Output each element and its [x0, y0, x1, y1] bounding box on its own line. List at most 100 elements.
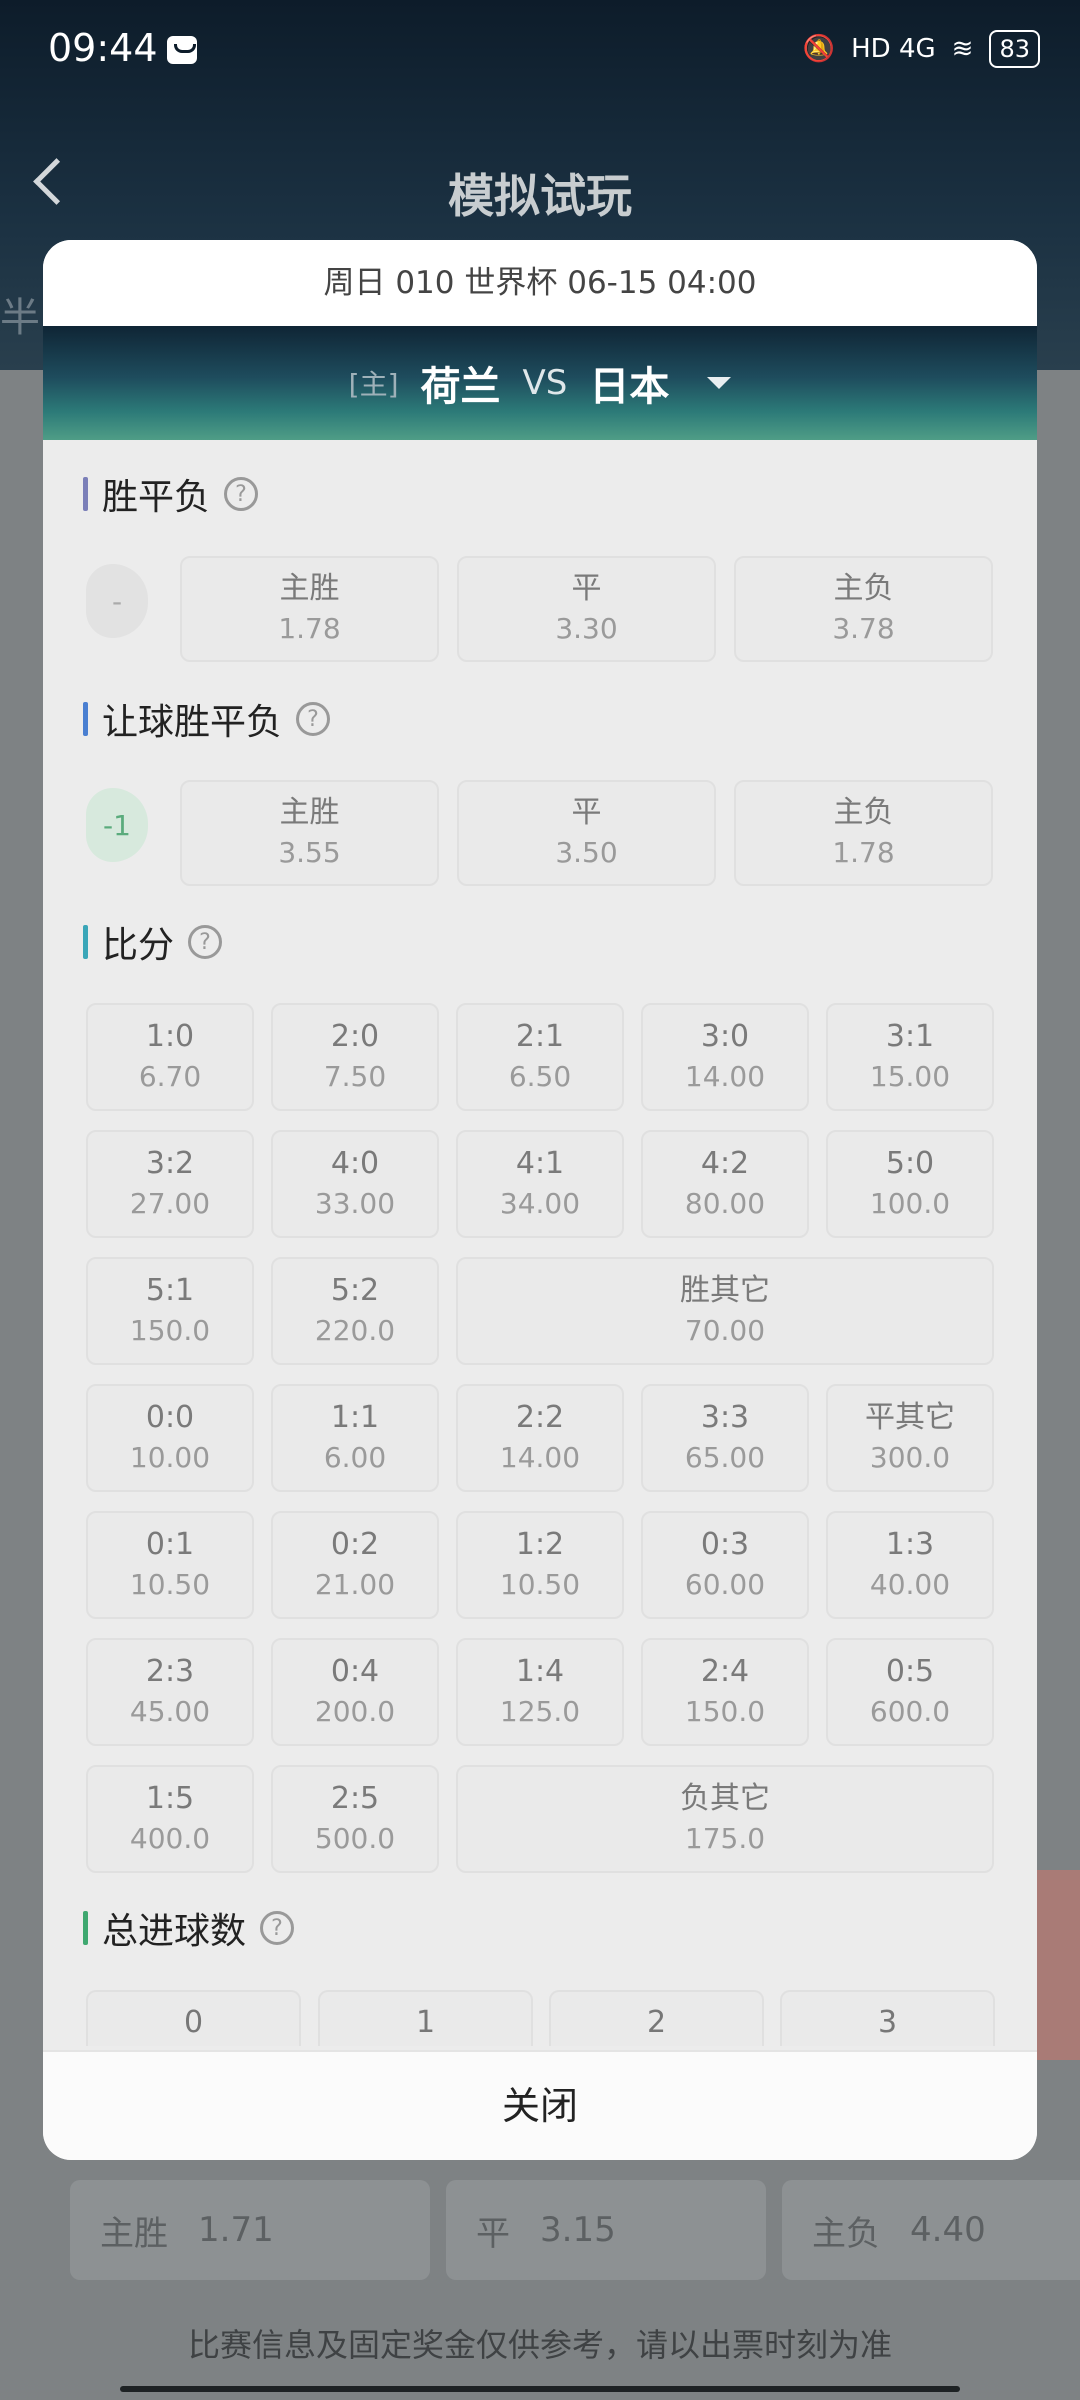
score-odd: 27.00 [129, 1187, 211, 1220]
wdl-draw[interactable]: 平 3.30 [457, 556, 716, 662]
score-section-title: 比分 ? [83, 916, 223, 968]
score-odd: 14.00 [499, 1441, 581, 1474]
score-cell[interactable]: 3:2 27.00 [86, 1130, 254, 1238]
score-section-bar [83, 925, 88, 959]
network-label: HD 4G [851, 34, 936, 64]
hwdl-home-loss[interactable]: 主负 1.78 [734, 780, 993, 886]
background-away-cell[interactable]: 主负 4.40 [782, 2180, 1080, 2280]
score-label: 3:1 [885, 1019, 935, 1054]
score-cell[interactable]: 1:4 125.0 [456, 1638, 624, 1746]
score-cell[interactable]: 5:2 220.0 [271, 1257, 439, 1365]
goals-option[interactable]: 1 [318, 1990, 533, 2046]
score-label: 3:2 [145, 1146, 195, 1181]
score-label: 4:0 [330, 1146, 380, 1181]
status-icons: 🔕 HD 4G ≋ 83 [803, 30, 1040, 68]
background-away-label: 主负 [812, 2213, 880, 2254]
help-icon[interactable]: ? [224, 477, 259, 511]
goals-row: 0 1 2 3 [43, 1990, 1037, 2046]
score-odd: 6.50 [508, 1060, 572, 1093]
close-button[interactable]: 关闭 [43, 2050, 1037, 2160]
goals-option[interactable]: 3 [780, 1990, 995, 2046]
score-cell[interactable]: 3:3 65.00 [641, 1384, 809, 1492]
score-cell[interactable]: 1:3 40.00 [826, 1511, 994, 1619]
score-odd: 33.00 [314, 1187, 396, 1220]
score-cell[interactable]: 2:1 6.50 [456, 1003, 624, 1111]
score-cell[interactable]: 1:1 6.00 [271, 1384, 439, 1492]
option-odd: 3.78 [832, 612, 895, 645]
help-icon[interactable]: ? [188, 925, 223, 959]
score-label: 1:1 [330, 1400, 380, 1435]
score-cell[interactable]: 4:1 34.00 [456, 1130, 624, 1238]
goals-option[interactable]: 2 [549, 1990, 764, 2046]
score-cell[interactable]: 4:2 80.00 [641, 1130, 809, 1238]
score-cell[interactable]: 2:3 45.00 [86, 1638, 254, 1746]
score-cell[interactable]: 1:5 400.0 [86, 1765, 254, 1873]
help-icon[interactable]: ? [260, 1911, 295, 1945]
background-home-cell[interactable]: 主胜 1.71 [70, 2180, 430, 2280]
score-cell[interactable]: 1:2 10.50 [456, 1511, 624, 1619]
status-bar: 09:44 🔕 HD 4G ≋ 83 [0, 0, 1080, 100]
home-indicator[interactable] [120, 2386, 960, 2392]
score-cell[interactable]: 2:0 7.50 [271, 1003, 439, 1111]
score-label: 4:1 [515, 1146, 565, 1181]
score-odd: 65.00 [684, 1441, 766, 1474]
score-odd: 10.00 [129, 1441, 211, 1474]
modal-header: 周日 010 世界杯 06-15 04:00 [43, 240, 1037, 326]
score-odd: 100.0 [869, 1187, 951, 1220]
score-label: 0:2 [330, 1527, 380, 1562]
goals-title: 总进球数 [102, 1911, 247, 1952]
battery-indicator: 83 [989, 30, 1040, 68]
score-odd: 200.0 [314, 1695, 396, 1728]
background-draw-label: 平 [476, 2213, 510, 2254]
score-label: 2:3 [145, 1654, 195, 1689]
match-banner[interactable]: [主] 荷兰 VS 日本 [43, 326, 1037, 440]
wdl-home-win[interactable]: 主胜 1.78 [180, 556, 439, 662]
score-cell[interactable]: 2:2 14.00 [456, 1384, 624, 1492]
away-team: 日本 [589, 364, 670, 410]
score-cell[interactable]: 0:0 10.00 [86, 1384, 254, 1492]
score-odd: 10.50 [499, 1568, 581, 1601]
background-home-label: 主胜 [100, 2213, 168, 2254]
score-cell[interactable]: 5:1 150.0 [86, 1257, 254, 1365]
hwdl-home-win[interactable]: 主胜 3.55 [180, 780, 439, 886]
option-label: 平 [571, 571, 602, 606]
help-icon[interactable]: ? [296, 702, 331, 736]
status-time: 09:44 [48, 26, 158, 70]
score-cell[interactable]: 4:0 33.00 [271, 1130, 439, 1238]
wdl-section-bar [83, 477, 88, 511]
background-draw-cell[interactable]: 平 3.15 [446, 2180, 766, 2280]
score-odd: 125.0 [499, 1695, 581, 1728]
score-cell-win-other[interactable]: 胜其它 70.00 [456, 1257, 994, 1365]
option-label: 主胜 [279, 795, 340, 830]
score-cell[interactable]: 5:0 100.0 [826, 1130, 994, 1238]
hwdl-title: 让球胜平负 [102, 702, 283, 743]
score-cell[interactable]: 3:0 14.00 [641, 1003, 809, 1111]
score-cell-loss-other[interactable]: 负其它 175.0 [456, 1765, 994, 1873]
hwdl-section-bar [83, 702, 88, 736]
score-odd: 21.00 [314, 1568, 396, 1601]
goals-section-bar [83, 1911, 88, 1945]
score-odd: 7.50 [323, 1060, 387, 1093]
wdl-home-loss[interactable]: 主负 3.78 [734, 556, 993, 662]
score-cell[interactable]: 0:5 600.0 [826, 1638, 994, 1746]
score-cell[interactable]: 2:5 500.0 [271, 1765, 439, 1873]
hwdl-draw[interactable]: 平 3.50 [457, 780, 716, 886]
goals-option[interactable]: 0 [86, 1990, 301, 2046]
score-cell-draw-other[interactable]: 平其它 300.0 [826, 1384, 994, 1492]
score-cell[interactable]: 0:4 200.0 [271, 1638, 439, 1746]
score-cell[interactable]: 0:1 10.50 [86, 1511, 254, 1619]
chevron-down-icon[interactable] [707, 377, 732, 389]
score-cell[interactable]: 3:1 15.00 [826, 1003, 994, 1111]
score-cell[interactable]: 1:0 6.70 [86, 1003, 254, 1111]
wdl-section-title: 胜平负 ? [83, 468, 259, 520]
score-cell[interactable]: 0:3 60.00 [641, 1511, 809, 1619]
option-label: 主胜 [279, 571, 340, 606]
message-icon [167, 36, 197, 64]
score-cell[interactable]: 2:4 150.0 [641, 1638, 809, 1746]
score-label: 4:2 [700, 1146, 750, 1181]
score-label: 1:4 [515, 1654, 565, 1689]
score-cell[interactable]: 0:2 21.00 [271, 1511, 439, 1619]
option-odd: 1.78 [832, 836, 895, 869]
score-odd: 15.00 [869, 1060, 951, 1093]
score-odd: 14.00 [684, 1060, 766, 1093]
